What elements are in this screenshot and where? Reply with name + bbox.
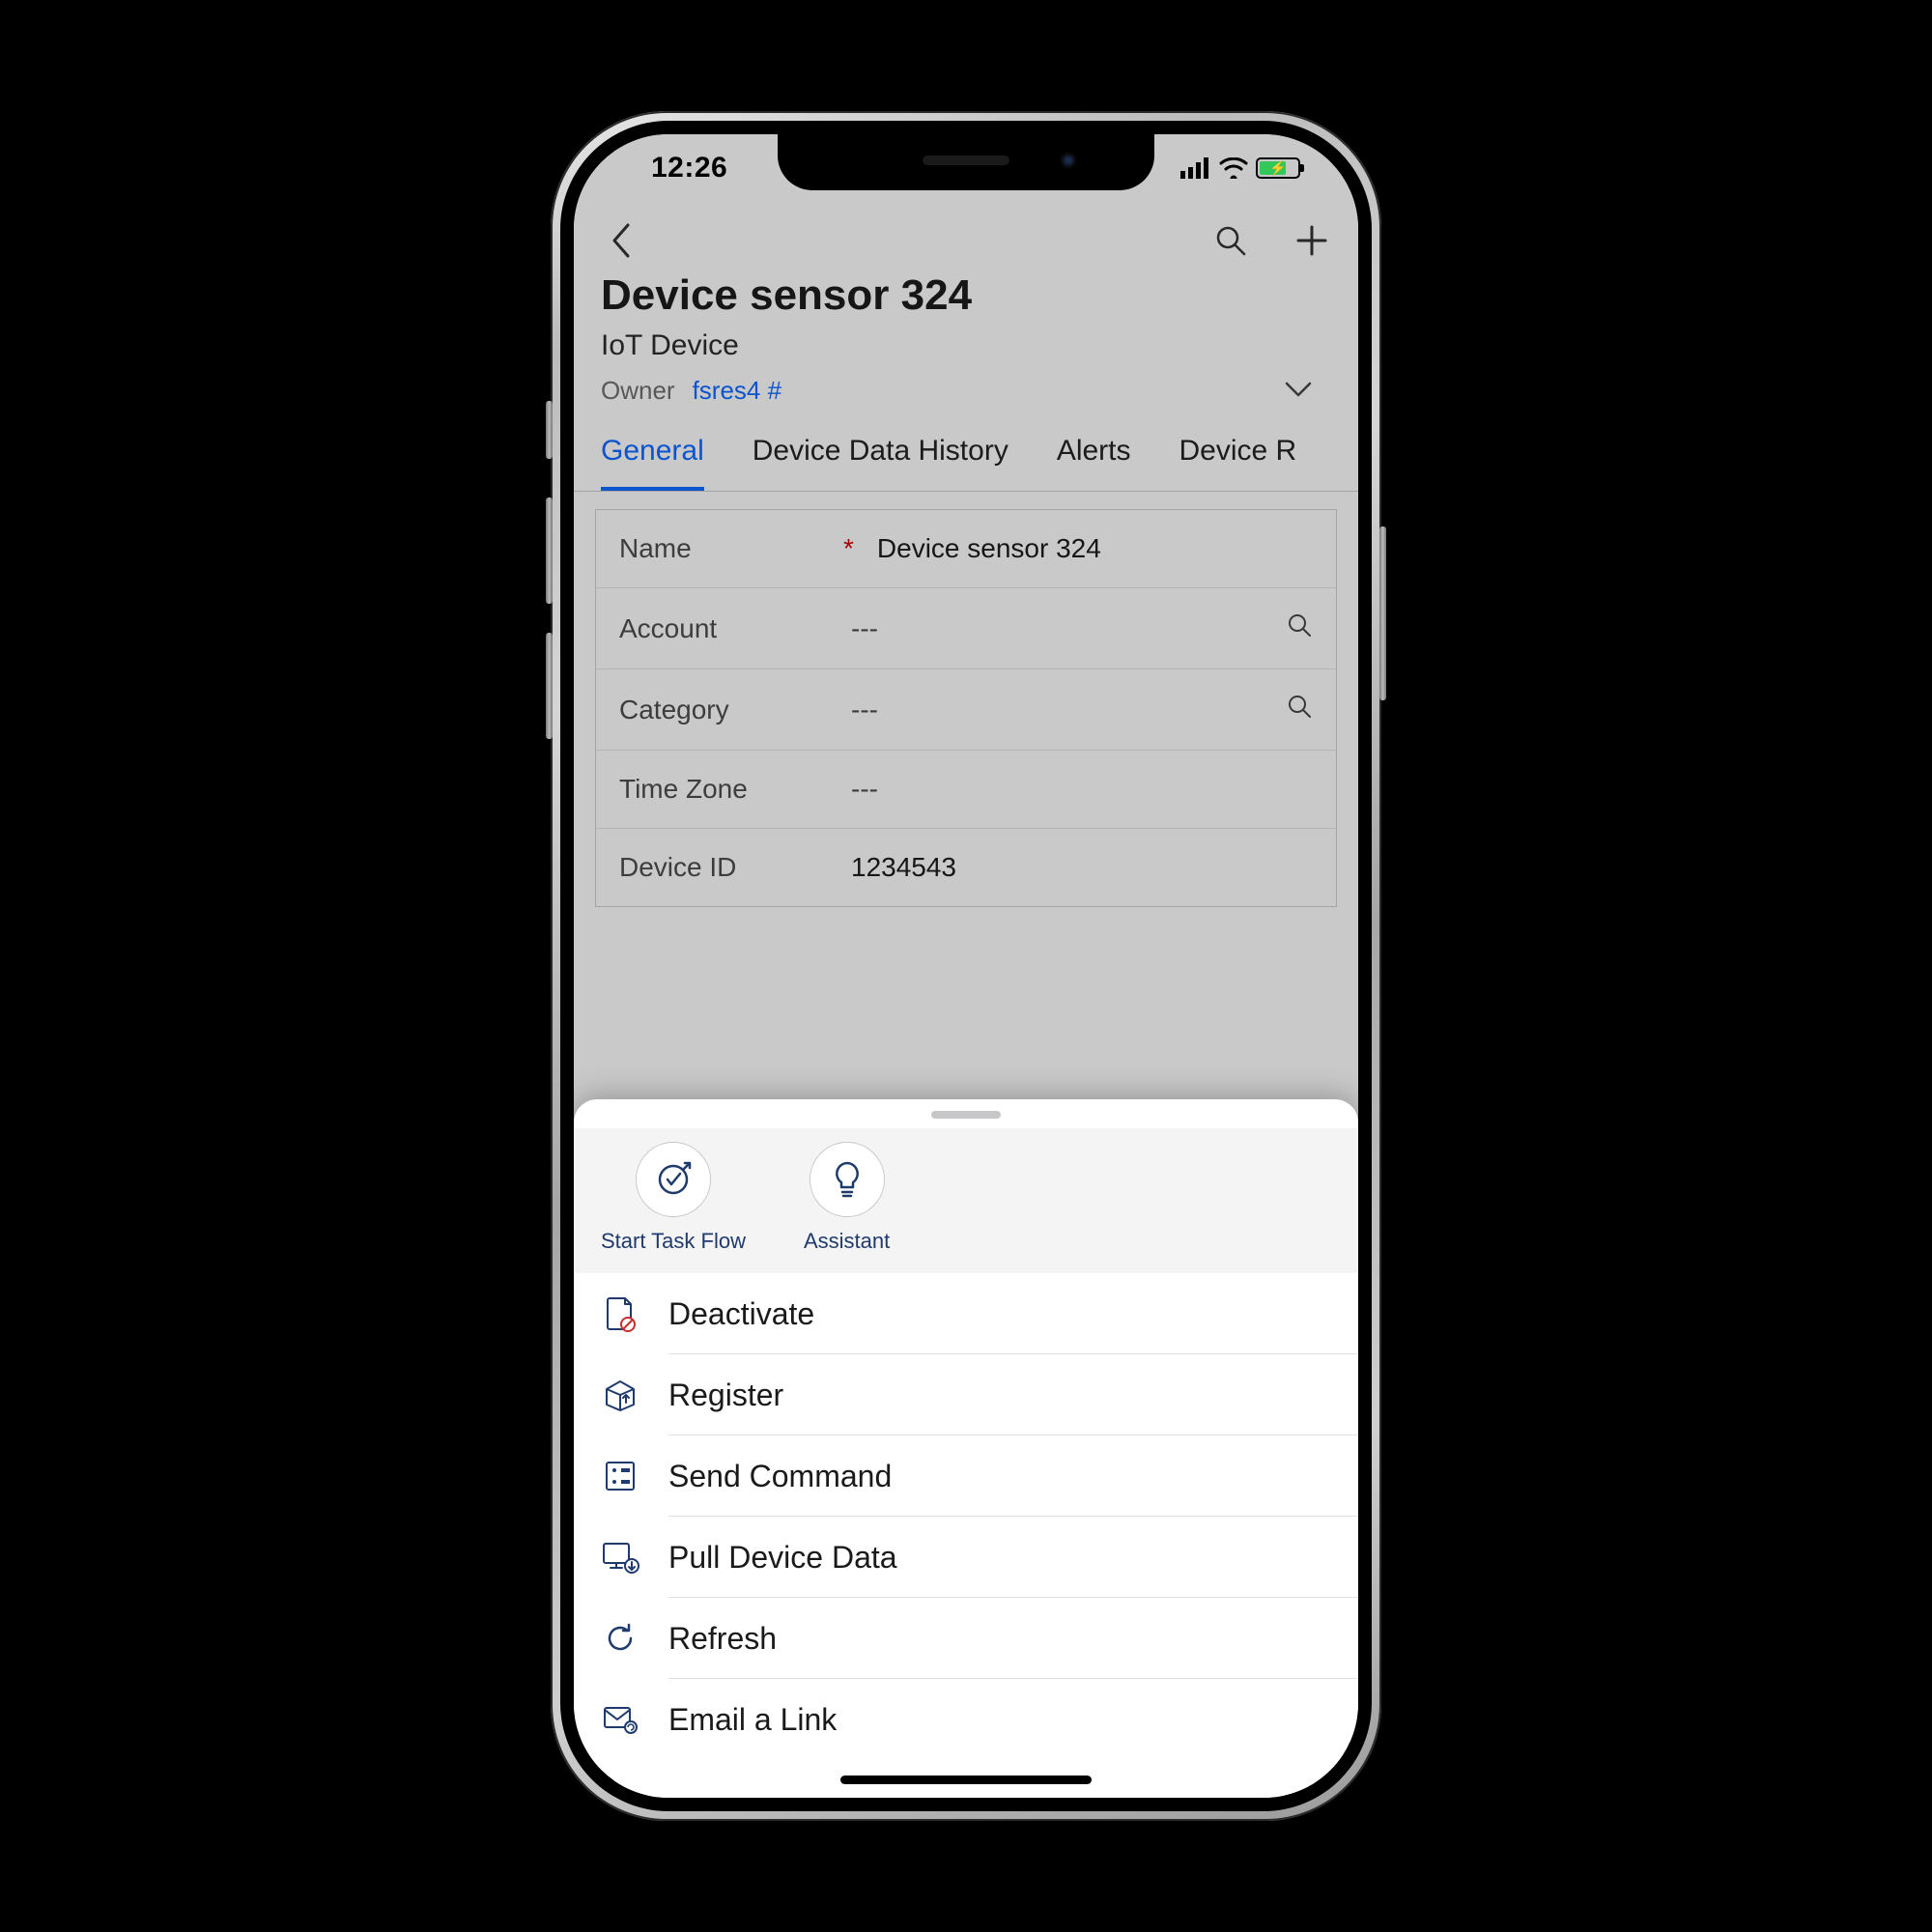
- field-label: Category: [619, 695, 851, 725]
- field-timezone[interactable]: Time Zone ---: [596, 751, 1336, 829]
- tab-alerts[interactable]: Alerts: [1057, 435, 1131, 491]
- volume-down-button: [546, 633, 553, 739]
- menu-label: Pull Device Data: [668, 1540, 897, 1575]
- email-link-icon: [602, 1704, 639, 1735]
- required-indicator: *: [843, 533, 854, 564]
- pull-data-icon: [601, 1541, 639, 1574]
- field-value: ---: [851, 613, 1286, 644]
- phone-frame: 12:26 ⚡: [551, 111, 1381, 1821]
- refresh-icon: [604, 1622, 637, 1655]
- field-value: 1234543: [851, 852, 1313, 883]
- lookup-icon[interactable]: [1286, 611, 1313, 645]
- volume-up-button: [546, 497, 553, 604]
- tab-bar: General Device Data History Alerts Devic…: [574, 406, 1358, 492]
- menu-label: Register: [668, 1378, 783, 1412]
- cellular-icon: [1180, 157, 1211, 179]
- menu-label: Deactivate: [668, 1296, 814, 1331]
- battery-icon: ⚡: [1256, 157, 1300, 179]
- page-subtitle: IoT Device: [601, 329, 1331, 362]
- menu-send-command[interactable]: Send Command: [601, 1435, 1358, 1517]
- owner-label: Owner: [601, 376, 675, 406]
- action-sheet: Start Task Flow Assistant Deact: [574, 1099, 1358, 1798]
- quick-label: Assistant: [804, 1229, 890, 1254]
- field-name[interactable]: Name * Device sensor 324: [596, 510, 1336, 588]
- register-icon: [603, 1378, 638, 1412]
- search-button[interactable]: [1211, 221, 1250, 260]
- menu-label: Email a Link: [668, 1702, 837, 1737]
- home-indicator[interactable]: [840, 1776, 1092, 1784]
- menu-refresh[interactable]: Refresh: [601, 1598, 1358, 1679]
- add-button[interactable]: [1293, 221, 1331, 260]
- menu-list: Deactivate Register Send Command: [574, 1273, 1358, 1759]
- menu-label: Refresh: [668, 1621, 777, 1656]
- field-value: ---: [851, 695, 1286, 725]
- field-label: Time Zone: [619, 774, 851, 805]
- mute-switch: [546, 401, 553, 459]
- field-device-id[interactable]: Device ID 1234543: [596, 829, 1336, 906]
- back-button[interactable]: [601, 221, 639, 260]
- quick-actions-row: Start Task Flow Assistant: [574, 1128, 1358, 1273]
- menu-label: Send Command: [668, 1459, 892, 1493]
- lookup-icon[interactable]: [1286, 693, 1313, 726]
- power-button: [1379, 526, 1386, 700]
- task-flow-icon: [654, 1160, 693, 1199]
- field-label: Name: [619, 533, 851, 564]
- tab-device-r[interactable]: Device R: [1179, 435, 1297, 491]
- wifi-icon: [1219, 157, 1248, 179]
- field-value: Device sensor 324: [877, 533, 1313, 564]
- field-category[interactable]: Category ---: [596, 669, 1336, 751]
- expand-header-button[interactable]: [1283, 376, 1314, 406]
- quick-assistant[interactable]: Assistant: [804, 1142, 890, 1254]
- tab-general[interactable]: General: [601, 435, 704, 491]
- menu-deactivate[interactable]: Deactivate: [601, 1273, 1358, 1354]
- phone-notch: [778, 134, 1154, 190]
- send-command-icon: [604, 1460, 637, 1492]
- menu-register[interactable]: Register: [601, 1354, 1358, 1435]
- menu-email-link[interactable]: Email a Link: [601, 1679, 1358, 1759]
- lightbulb-icon: [831, 1160, 864, 1199]
- page-title: Device sensor 324: [601, 271, 1331, 320]
- field-label: Account: [619, 613, 851, 644]
- deactivate-icon: [604, 1295, 637, 1332]
- owner-link[interactable]: fsres4 #: [693, 376, 782, 406]
- field-value: ---: [851, 774, 1313, 805]
- menu-pull-device-data[interactable]: Pull Device Data: [601, 1517, 1358, 1598]
- sheet-grabber[interactable]: [931, 1111, 1001, 1119]
- field-label: Device ID: [619, 852, 851, 883]
- status-time: 12:26: [651, 152, 727, 185]
- quick-start-task-flow[interactable]: Start Task Flow: [601, 1142, 746, 1254]
- quick-label: Start Task Flow: [601, 1229, 746, 1254]
- tab-device-data-history[interactable]: Device Data History: [753, 435, 1009, 491]
- field-account[interactable]: Account ---: [596, 588, 1336, 669]
- form-card: Name * Device sensor 324 Account --- Cat…: [595, 509, 1337, 907]
